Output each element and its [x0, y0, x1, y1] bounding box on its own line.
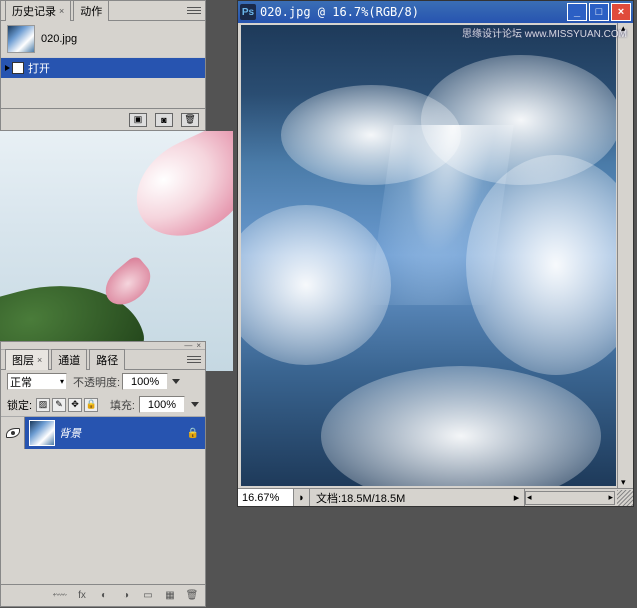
canvas[interactable]: [241, 25, 616, 486]
play-icon: [5, 65, 10, 71]
statusbar: 16.67% ◗ 文档:18.5M/18.5M ▸: [238, 488, 633, 506]
tab-label: 通道: [58, 352, 80, 368]
chevron-down-icon[interactable]: [172, 379, 180, 384]
status-menu-icon[interactable]: ◗: [294, 489, 310, 506]
zoom-input[interactable]: 16.67%: [238, 489, 294, 506]
document-title: 020.jpg @ 16.7%(RGB/8): [260, 5, 419, 19]
blend-row: 正常 不透明度: 100%: [1, 370, 205, 393]
tab-paths[interactable]: 路径: [89, 349, 125, 370]
layer-list: 背景 🔒: [1, 417, 205, 449]
background-image: [0, 131, 233, 371]
history-footer: ▣ ◙ 🗑: [1, 108, 205, 130]
history-step-label: 打开: [28, 60, 50, 76]
fill-input[interactable]: 100%: [139, 396, 185, 413]
watermark-text: 思缘设计论坛 www.MISSYUAN.COM: [462, 25, 627, 40]
window-controls: _ □ ×: [567, 3, 631, 21]
eye-icon: [6, 428, 20, 438]
lock-label: 锁定:: [7, 397, 32, 413]
visibility-toggle[interactable]: [1, 417, 25, 449]
chevron-down-icon[interactable]: [191, 402, 199, 407]
fill-value: 100%: [148, 399, 176, 411]
info-menu-icon[interactable]: ▸: [509, 489, 525, 506]
document-name: 020.jpg: [41, 33, 77, 45]
document-window: Ps 020.jpg @ 16.7%(RGB/8) _ □ × 思缘设计论坛 w…: [237, 0, 634, 507]
history-panel: 历史记录 × 动作 020.jpg 打开 ▣ ◙ 🗑: [0, 0, 206, 131]
maximize-button[interactable]: □: [589, 3, 609, 21]
vertical-scrollbar[interactable]: [617, 23, 633, 488]
minimize-button[interactable]: _: [567, 3, 587, 21]
tab-history[interactable]: 历史记录 ×: [5, 0, 71, 21]
history-tabs: 历史记录 × 动作: [1, 1, 205, 21]
snapshot-icon[interactable]: ▣: [129, 113, 147, 127]
mask-icon[interactable]: ◐: [95, 589, 113, 603]
titlebar[interactable]: Ps 020.jpg @ 16.7%(RGB/8) _ □ ×: [238, 1, 633, 23]
blend-mode-select[interactable]: 正常: [7, 373, 67, 390]
zoom-value: 16.67%: [242, 492, 279, 504]
new-layer-icon[interactable]: ▦: [161, 589, 179, 603]
opacity-label: 不透明度:: [73, 374, 120, 390]
layer-name: 背景: [59, 425, 187, 441]
layer-thumbnail[interactable]: [29, 420, 55, 446]
photoshop-icon: Ps: [240, 4, 256, 20]
lock-transparent-icon[interactable]: ▨: [36, 398, 50, 412]
document-size-info: 文档:18.5M/18.5M: [310, 490, 509, 506]
lock-all-icon[interactable]: 🔒: [84, 398, 98, 412]
camera-icon[interactable]: ◙: [155, 113, 173, 127]
horizontal-scrollbar[interactable]: [525, 491, 615, 505]
tab-layers[interactable]: 图层 ×: [5, 349, 49, 370]
layers-tabs: 图层 × 通道 路径: [1, 350, 205, 370]
history-step-open[interactable]: 打开: [1, 58, 205, 78]
link-layers-icon[interactable]: ⬳: [51, 589, 69, 603]
trash-icon[interactable]: 🗑: [183, 589, 201, 603]
layers-panel: —× 图层 × 通道 路径 正常 不透明度: 100% 锁定: ▨ ✎ ✥ 🔒 …: [0, 341, 206, 607]
layer-row-background[interactable]: 背景 🔒: [1, 417, 205, 449]
group-icon[interactable]: ▭: [139, 589, 157, 603]
lock-icon: 🔒: [187, 428, 199, 439]
opacity-input[interactable]: 100%: [122, 373, 168, 390]
tab-label: 图层: [12, 352, 34, 368]
document-icon: [12, 62, 24, 74]
tab-label: 路径: [96, 352, 118, 368]
history-source[interactable]: 020.jpg: [1, 21, 205, 58]
lock-position-icon[interactable]: ✥: [68, 398, 82, 412]
panel-menu-icon[interactable]: [187, 6, 201, 16]
lock-pixels-icon[interactable]: ✎: [52, 398, 66, 412]
blend-mode-value: 正常: [10, 374, 32, 390]
adjustment-icon[interactable]: ◑: [117, 589, 135, 603]
trash-icon[interactable]: 🗑: [181, 113, 199, 127]
close-icon[interactable]: ×: [59, 6, 64, 16]
close-button[interactable]: ×: [611, 3, 631, 21]
panel-menu-icon[interactable]: [187, 355, 201, 365]
tab-label: 动作: [80, 3, 102, 19]
tab-channels[interactable]: 通道: [51, 349, 87, 370]
tab-actions[interactable]: 动作: [73, 0, 109, 21]
resize-grip[interactable]: [617, 490, 633, 506]
tab-label: 历史记录: [12, 3, 56, 19]
lock-buttons: ▨ ✎ ✥ 🔒: [36, 398, 98, 412]
fx-icon[interactable]: fx: [73, 589, 91, 603]
document-thumbnail: [7, 25, 35, 53]
close-icon[interactable]: ×: [37, 355, 42, 365]
opacity-value: 100%: [131, 376, 159, 388]
lock-row: 锁定: ▨ ✎ ✥ 🔒 填充: 100%: [1, 393, 205, 417]
fill-label: 填充:: [110, 397, 135, 413]
layers-footer: ⬳ fx ◐ ◑ ▭ ▦ 🗑: [1, 584, 205, 606]
